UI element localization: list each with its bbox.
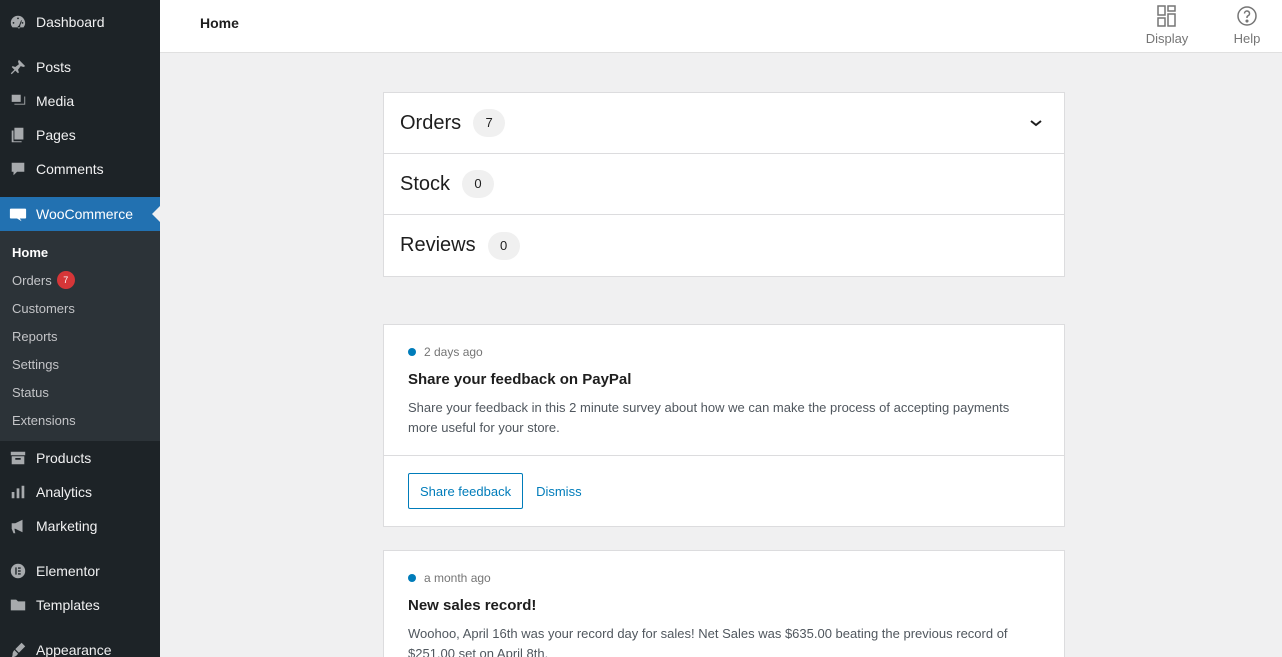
dashboard-icon	[8, 12, 28, 32]
stat-label: Reviews	[400, 234, 476, 256]
stat-row-orders[interactable]: Orders 7	[384, 93, 1064, 154]
sidebar-item-label: Templates	[36, 597, 100, 613]
sidebar-item-label: Media	[36, 93, 75, 109]
sidebar-item-analytics[interactable]: Analytics	[0, 475, 160, 509]
elementor-icon	[8, 561, 28, 581]
sidebar-item-label: Comments	[36, 161, 104, 177]
page-title: Home	[200, 15, 239, 31]
sidebar-item-comments[interactable]: Comments	[0, 152, 160, 186]
submenu-label: Reports	[12, 328, 58, 344]
submenu-label: Status	[12, 384, 49, 400]
pin-icon	[8, 57, 28, 77]
pages-icon	[8, 125, 28, 145]
submenu-item-reports[interactable]: Reports	[0, 322, 160, 350]
sidebar-item-label: Posts	[36, 59, 72, 75]
dismiss-button[interactable]: Dismiss	[536, 484, 582, 499]
submenu-item-home[interactable]: Home	[0, 238, 160, 266]
folder-icon	[8, 595, 28, 615]
sidebar-item-templates[interactable]: Templates	[0, 588, 160, 622]
sidebar-item-posts[interactable]: Posts	[0, 50, 160, 84]
note-time-text: 2 days ago	[424, 345, 483, 359]
sidebar-item-elementor[interactable]: Elementor	[0, 554, 160, 588]
share-feedback-button[interactable]: Share feedback	[408, 473, 524, 509]
sidebar-item-marketing[interactable]: Marketing	[0, 509, 160, 543]
help-button[interactable]: Help	[1212, 4, 1282, 50]
brush-icon	[8, 640, 28, 657]
unread-dot	[408, 574, 416, 582]
note-time-text: a month ago	[424, 571, 491, 585]
note-timestamp: a month ago	[408, 571, 1040, 585]
display-button[interactable]: Display	[1132, 4, 1202, 50]
sidebar-item-label: Elementor	[36, 563, 100, 579]
sidebar-item-appearance[interactable]: Appearance	[0, 633, 160, 657]
inbox-note-paypal: 2 days ago Share your feedback on PayPal…	[383, 324, 1065, 527]
submenu-label: Extensions	[12, 412, 76, 428]
note-title: Share your feedback on PayPal	[408, 371, 632, 388]
bar-chart-icon	[8, 482, 28, 502]
stat-count: 7	[473, 109, 506, 137]
unread-dot	[408, 348, 416, 356]
sidebar-item-label: Analytics	[36, 484, 93, 500]
note-content: Share your feedback in this 2 minute sur…	[408, 400, 1010, 435]
note-timestamp: 2 days ago	[408, 345, 1040, 359]
submenu-item-settings[interactable]: Settings	[0, 350, 160, 378]
submenu-item-extensions[interactable]: Extensions	[0, 406, 160, 434]
media-icon	[8, 91, 28, 111]
megaphone-icon	[8, 516, 28, 536]
stat-row-stock[interactable]: Stock 0	[384, 154, 1064, 215]
sidebar-item-dashboard[interactable]: Dashboard	[0, 5, 160, 39]
layout-icon	[1157, 5, 1176, 27]
help-icon	[1237, 6, 1257, 26]
sidebar-item-label: Products	[36, 450, 92, 466]
stat-count: 0	[462, 170, 495, 198]
submenu-item-status[interactable]: Status	[0, 378, 160, 406]
woocommerce-submenu: Home Orders 7 Customers Reports Settings …	[0, 231, 160, 441]
sidebar-item-media[interactable]: Media	[0, 84, 160, 118]
stat-label: Orders	[400, 111, 462, 134]
note-content: Woohoo, April 16th was your record day f…	[408, 626, 1008, 657]
submenu-item-orders[interactable]: Orders 7	[0, 266, 160, 294]
sidebar-item-label: Appearance	[36, 642, 112, 657]
submenu-label: Settings	[12, 356, 59, 372]
stat-count: 0	[487, 231, 520, 260]
note-title: New sales record!	[408, 597, 537, 614]
display-label: Display	[1145, 31, 1189, 46]
sidebar-item-woocommerce[interactable]: WooCommerce	[0, 197, 160, 231]
top-header: Home Display Help	[160, 0, 1282, 53]
admin-sidebar: Dashboard Posts Media Pages Comments Woo…	[0, 0, 160, 657]
woo-icon	[8, 204, 28, 224]
sidebar-item-label: Dashboard	[36, 14, 105, 30]
submenu-item-customers[interactable]: Customers	[0, 294, 160, 322]
chevron-down-icon[interactable]	[1028, 115, 1044, 131]
sidebar-item-label: WooCommerce	[36, 206, 133, 222]
stat-row-reviews[interactable]: Reviews 0	[384, 215, 1064, 276]
submenu-label: Orders	[12, 272, 52, 288]
inbox-note-sales-record: a month ago New sales record! Woohoo, Ap…	[383, 550, 1065, 657]
stat-label: Stock	[400, 172, 451, 195]
sidebar-item-products[interactable]: Products	[0, 441, 160, 475]
submenu-label: Home	[12, 244, 49, 260]
archive-icon	[8, 448, 28, 468]
sidebar-item-label: Marketing	[36, 518, 98, 534]
orders-count-badge: 7	[56, 271, 75, 289]
submenu-label: Customers	[12, 300, 75, 316]
help-label: Help	[1233, 31, 1261, 46]
sidebar-item-label: Pages	[36, 127, 76, 143]
sidebar-item-pages[interactable]: Pages	[0, 118, 160, 152]
store-stats-panel: Orders 7 Stock 0 Reviews 0	[383, 92, 1065, 277]
comment-icon	[8, 159, 28, 179]
